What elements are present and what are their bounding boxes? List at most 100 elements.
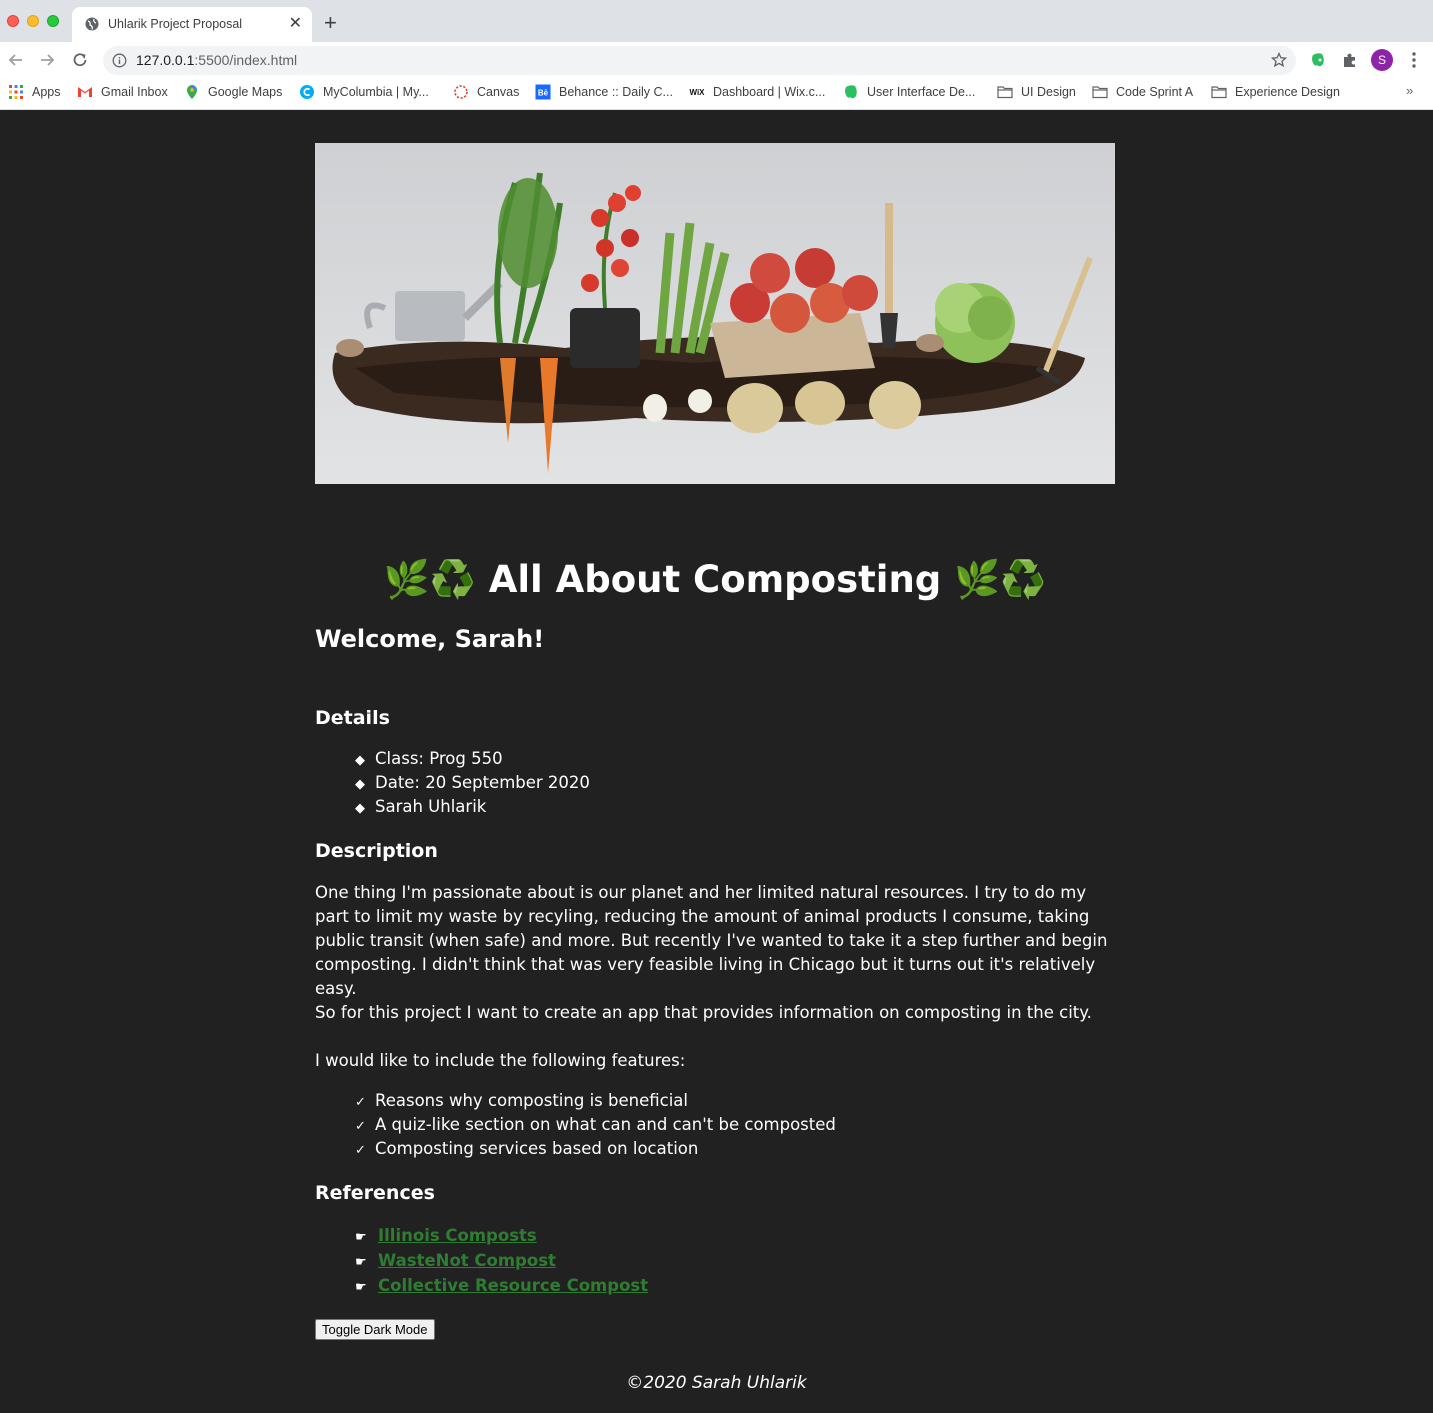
diamond-bullet-icon: ◆: [355, 801, 365, 816]
list-item: ◆ Date: 20 September 2020: [355, 771, 590, 795]
feature-item: Reasons why composting is beneficial: [375, 1091, 688, 1110]
canvas-icon: [454, 85, 468, 99]
page-title: 🌿♻️ All About Composting 🌿♻️: [383, 558, 1047, 601]
tab-close-icon[interactable]: ✕: [289, 14, 302, 34]
details-list: ◆ Class: Prog 550 ◆ Date: 20 September 202…: [355, 747, 590, 819]
window-close-button[interactable]: [7, 15, 19, 27]
list-item: ✓ A quiz-like section on what can and can…: [355, 1113, 836, 1137]
reload-icon[interactable]: [70, 50, 90, 70]
gmail-icon: [78, 87, 92, 97]
window-maximize-button[interactable]: [47, 15, 59, 27]
back-arrow-icon[interactable]: [6, 50, 26, 70]
diamond-bullet-icon: ◆: [355, 753, 365, 768]
browser-tab-strip: Uhlarik Project Proposal ✕ +: [0, 0, 1433, 42]
columbia-icon: [300, 85, 314, 99]
description-heading: Description: [315, 840, 438, 862]
reference-link-collective-resource[interactable]: Collective Resource Compost: [378, 1276, 648, 1295]
main-content: 🌿♻️ All About Composting 🌿♻️ Welcome, Sa…: [315, 143, 1115, 1340]
browser-tab-active[interactable]: Uhlarik Project Proposal ✕: [72, 7, 312, 42]
bookmarks-overflow-icon[interactable]: »: [1406, 83, 1413, 98]
bookmark-wix[interactable]: WiX Dashboard | Wix.c...: [689, 79, 825, 105]
references-list: ☛ Illinois Composts ☛ WasteNot Compost ☛ Co…: [355, 1223, 648, 1298]
bookmark-label: Google Maps: [208, 85, 283, 99]
bookmark-label: Dashboard | Wix.c...: [713, 85, 826, 99]
bookmark-star-icon[interactable]: [1271, 52, 1287, 68]
evernote-icon: [845, 85, 857, 99]
project-paragraph: So for this project I want to create an …: [315, 1003, 1092, 1022]
bookmark-folder-experience-design[interactable]: Experience Design: [1211, 79, 1340, 105]
info-icon[interactable]: [112, 53, 127, 68]
bookmark-label: Experience Design: [1235, 85, 1340, 99]
detail-class: Class: Prog 550: [375, 749, 503, 768]
list-item: ☛ Illinois Composts: [355, 1223, 648, 1248]
toggle-dark-mode-button[interactable]: Toggle Dark Mode: [315, 1319, 435, 1340]
bookmark-folder-code-sprint[interactable]: Code Sprint A: [1092, 79, 1193, 105]
bookmark-label: Code Sprint A: [1116, 85, 1194, 99]
bookmark-mycolumbia[interactable]: MyColumbia | My...: [299, 79, 429, 105]
behance-icon: Bē: [535, 84, 551, 100]
references-heading: References: [315, 1182, 435, 1204]
bookmark-label: UI Design: [1021, 85, 1076, 99]
apps-grid-icon: [9, 85, 23, 99]
bookmark-canvas[interactable]: Canvas: [453, 79, 519, 105]
list-item: ◆ Sarah Uhlarik: [355, 795, 590, 819]
maps-icon: [187, 85, 197, 99]
url-text[interactable]: 127.0.0.1:5500/index.html: [136, 52, 297, 68]
bookmark-label: MyColumbia | My...: [323, 85, 429, 99]
detail-date: Date: 20 September 2020: [375, 773, 590, 792]
bookmark-label: Behance :: Daily C...: [559, 85, 673, 99]
browser-toolbar: 127.0.0.1:5500/index.html S: [0, 42, 1433, 79]
page-footer: ©2020 Sarah Uhlarik: [626, 1373, 807, 1393]
bookmark-gmail[interactable]: Gmail Inbox: [77, 79, 168, 105]
hero-image: [315, 143, 1115, 484]
bookmark-label: User Interface De...: [867, 85, 976, 99]
description-paragraph: One thing I'm passionate about is our pl…: [315, 883, 1108, 998]
bookmark-label: Gmail Inbox: [101, 85, 168, 99]
compost-vegetables-illustration: [315, 143, 1115, 484]
svg-text:WiX: WiX: [689, 88, 705, 97]
bookmarks-bar: Apps Gmail Inbox Google Maps MyColumbia …: [0, 79, 1433, 110]
bookmark-folder-ui-design[interactable]: UI Design: [997, 79, 1076, 105]
list-item: ☛ WasteNot Compost: [355, 1248, 648, 1273]
folder-icon: [997, 86, 1013, 99]
evernote-extension-icon[interactable]: [1309, 51, 1327, 69]
kebab-menu-icon[interactable]: [1408, 50, 1420, 70]
feature-item: A quiz-like section on what can and can'…: [375, 1115, 836, 1134]
address-bar[interactable]: 127.0.0.1:5500/index.html: [103, 46, 1296, 75]
features-list: ✓ Reasons why composting is beneficial ✓ A…: [355, 1089, 836, 1161]
list-item: ◆ Class: Prog 550: [355, 747, 590, 771]
new-tab-button[interactable]: +: [324, 12, 337, 34]
detail-author: Sarah Uhlarik: [375, 797, 487, 816]
checkmark-icon: ✓: [355, 1095, 366, 1110]
profile-avatar[interactable]: S: [1371, 49, 1393, 71]
bookmark-behance[interactable]: Bē Behance :: Daily C...: [535, 79, 673, 105]
bookmark-user-interface[interactable]: User Interface De...: [843, 79, 975, 105]
list-item: ☛ Collective Resource Compost: [355, 1273, 648, 1298]
list-item: ✓ Reasons why composting is beneficial: [355, 1089, 836, 1113]
bookmark-google-maps[interactable]: Google Maps: [184, 79, 282, 105]
tab-title: Uhlarik Project Proposal: [108, 17, 243, 31]
reference-link-wastenot-compost[interactable]: WasteNot Compost: [378, 1251, 556, 1270]
bookmark-apps[interactable]: Apps: [8, 79, 61, 105]
checkmark-icon: ✓: [355, 1143, 366, 1158]
list-item: ✓ Composting services based on location: [355, 1137, 836, 1161]
bookmark-label: Canvas: [477, 85, 520, 99]
reference-link-illinois-composts[interactable]: Illinois Composts: [378, 1226, 537, 1245]
extensions-puzzle-icon[interactable]: [1341, 51, 1359, 69]
window-minimize-button[interactable]: [27, 15, 39, 27]
url-host: 127.0.0.1: [136, 52, 195, 68]
pointing-hand-icon: ☛: [355, 1230, 367, 1245]
globe-icon: [85, 17, 99, 31]
url-path: :5500/index.html: [194, 52, 298, 68]
diamond-bullet-icon: ◆: [355, 777, 365, 792]
page-body: 🌿♻️ All About Composting 🌿♻️ Welcome, Sa…: [0, 111, 1433, 1413]
wix-icon: WiX: [689, 88, 705, 97]
svg-text:Bē: Bē: [538, 89, 549, 98]
folder-icon: [1092, 86, 1108, 99]
features-intro: I would like to include the following fe…: [315, 1051, 686, 1070]
pointing-hand-icon: ☛: [355, 1280, 367, 1295]
bookmark-label: Apps: [32, 85, 61, 99]
pointing-hand-icon: ☛: [355, 1255, 367, 1270]
welcome-heading: Welcome, Sarah!: [315, 625, 545, 653]
forward-arrow-icon[interactable]: [37, 50, 57, 70]
